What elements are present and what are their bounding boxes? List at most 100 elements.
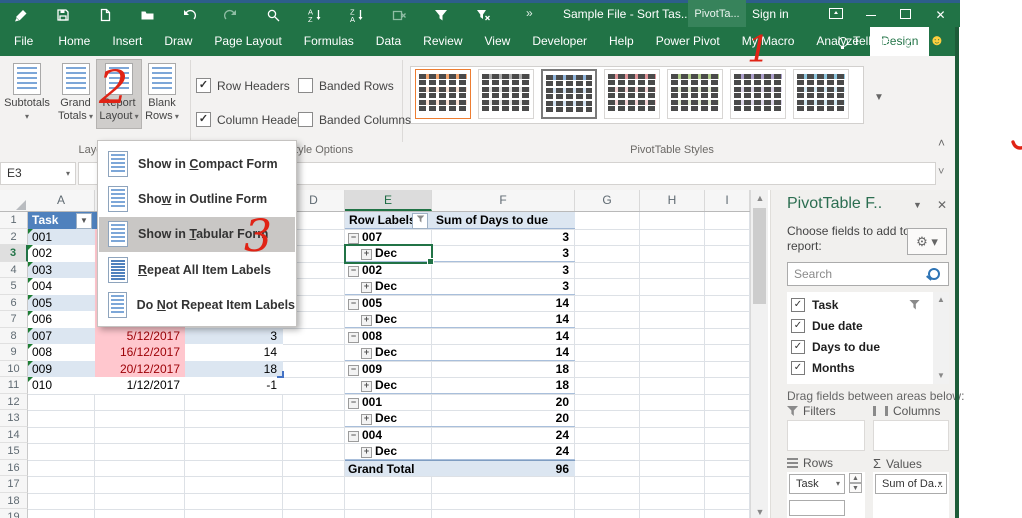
field-checkbox-icon[interactable]: ✓ xyxy=(791,361,805,375)
print-preview-icon[interactable] xyxy=(252,8,294,23)
row-header-11[interactable]: 11 xyxy=(0,377,28,394)
menu-item-show-in-outline-form[interactable]: Show in Outline Form xyxy=(99,181,295,216)
pivot-row-label[interactable]: −001 xyxy=(345,394,432,411)
undo-icon[interactable] xyxy=(168,8,210,23)
tab-insert[interactable]: Insert xyxy=(101,27,153,56)
task-cell-001[interactable]: 001 xyxy=(28,229,95,246)
tell-me-box[interactable]: Tell me xyxy=(838,27,891,56)
due-date-cell[interactable]: 5/12/2017 xyxy=(95,328,185,345)
tab-power-pivot[interactable]: Power Pivot xyxy=(645,27,731,56)
days-to-due-cell[interactable]: 18 xyxy=(185,361,283,378)
pivot-style-swatch-6[interactable] xyxy=(730,69,786,119)
checkbox-icon[interactable] xyxy=(298,78,313,93)
chip-dropdown-icon[interactable]: ▾ xyxy=(938,475,942,493)
pivot-row-label[interactable]: −005 xyxy=(345,295,432,312)
column-header-e[interactable]: E xyxy=(345,190,432,211)
field-checkbox-icon[interactable]: ✓ xyxy=(791,319,805,333)
tab-formulas[interactable]: Formulas xyxy=(293,27,365,56)
row-header-4[interactable]: 4 xyxy=(0,262,28,279)
pivot-row-label[interactable]: +Dec xyxy=(345,344,432,361)
qat-overflow-chevron[interactable]: » xyxy=(526,6,533,20)
ribbon-display-options-button[interactable] xyxy=(818,8,853,22)
row-header-12[interactable]: 12 xyxy=(0,394,28,411)
pivot-value-cell[interactable]: 24 xyxy=(432,427,575,444)
formula-bar-expand-chevron[interactable]: ˅ xyxy=(938,166,944,178)
clear-filter-icon[interactable] xyxy=(462,8,504,23)
rows-field-chip-partial[interactable] xyxy=(789,500,845,516)
row-header-2[interactable]: 2 xyxy=(0,229,28,246)
task-cell-006[interactable]: 006 xyxy=(28,311,95,328)
sign-in-button[interactable]: Sign in xyxy=(752,7,789,21)
pivot-row-label[interactable]: +Dec xyxy=(345,278,432,295)
close-button[interactable]: ✕ xyxy=(923,8,958,22)
pivot-row-label[interactable]: −004 xyxy=(345,427,432,444)
field-checkbox-icon[interactable]: ✓ xyxy=(791,340,805,354)
tab-view[interactable]: View xyxy=(474,27,522,56)
pivot-style-swatch-7[interactable] xyxy=(793,69,849,119)
select-all-corner[interactable] xyxy=(16,200,26,210)
task-cell-002[interactable]: 002 xyxy=(28,245,95,262)
row-header-15[interactable]: 15 xyxy=(0,443,28,460)
pivot-value-cell[interactable]: 3 xyxy=(432,278,575,295)
field-item-task[interactable]: ✓Task xyxy=(791,294,838,315)
pivot-row-label[interactable]: +Dec xyxy=(345,377,432,394)
pivot-row-label[interactable]: −009 xyxy=(345,361,432,378)
menu-item-do-not-repeat-item-labels[interactable]: Do Not Repeat Item Labels xyxy=(99,288,295,323)
pivot-value-cell[interactable]: 24 xyxy=(432,443,575,460)
tab-developer[interactable]: Developer xyxy=(521,27,598,56)
spin-down-icon[interactable]: ▼ xyxy=(849,483,862,493)
pivot-value-cell[interactable]: 3 xyxy=(432,245,575,262)
row-header-19[interactable]: 19 xyxy=(0,509,28,518)
minimize-button[interactable] xyxy=(853,8,888,22)
expand-box-icon[interactable]: + xyxy=(361,414,372,425)
chip-dropdown-icon[interactable]: ▾ xyxy=(836,475,840,493)
search-input[interactable]: Search xyxy=(787,262,949,286)
row-header-1[interactable]: 1 xyxy=(0,212,28,229)
menu-item-show-in-tabular-form[interactable]: Show in Tabular Form xyxy=(99,217,295,252)
scroll-down-arrow[interactable]: ▼ xyxy=(752,504,768,518)
name-box-dropdown-icon[interactable]: ▾ xyxy=(66,163,70,184)
row-header-10[interactable]: 10 xyxy=(0,361,28,378)
scroll-up-arrow[interactable]: ▲ xyxy=(933,292,949,308)
tab-data[interactable]: Data xyxy=(365,27,412,56)
pivot-style-swatch-4[interactable] xyxy=(604,69,660,119)
due-date-cell[interactable]: 16/12/2017 xyxy=(95,344,185,361)
tab-review[interactable]: Review xyxy=(412,27,473,56)
task-cell-003[interactable]: 003 xyxy=(28,262,95,279)
grand-totals-button[interactable]: GrandTotals ▾ xyxy=(54,60,97,128)
pivot-style-swatch-5[interactable] xyxy=(667,69,723,119)
scroll-down-arrow[interactable]: ▼ xyxy=(933,368,949,384)
collapse-box-icon[interactable]: − xyxy=(348,398,359,409)
collapse-box-icon[interactable]: − xyxy=(348,299,359,310)
checkbox-column-headers[interactable]: ✓Column Headers xyxy=(196,112,307,127)
pivot-value-cell[interactable]: 14 xyxy=(432,295,575,312)
field-item-due-date[interactable]: ✓Due date xyxy=(791,315,863,336)
tab-my-macro[interactable]: My Macro xyxy=(731,27,806,56)
pivot-value-cell[interactable]: 18 xyxy=(432,361,575,378)
collapse-box-icon[interactable]: − xyxy=(348,233,359,244)
row-header-7[interactable]: 7 xyxy=(0,311,28,328)
pivot-value-cell[interactable]: 20 xyxy=(432,410,575,427)
column-header-g[interactable]: G xyxy=(575,190,640,211)
row-labels-sort-filter-button[interactable] xyxy=(412,213,428,229)
fill-handle[interactable] xyxy=(427,258,434,265)
tab-draw[interactable]: Draw xyxy=(153,27,203,56)
save-icon[interactable] xyxy=(42,8,84,23)
pivot-row-label[interactable]: +Dec xyxy=(345,410,432,427)
row-header-13[interactable]: 13 xyxy=(0,410,28,427)
pivot-row-label[interactable]: +Dec xyxy=(345,443,432,460)
menu-item-repeat-all-item-labels[interactable]: Repeat All Item Labels xyxy=(99,252,295,287)
checkbox-banded-rows[interactable]: Banded Rows xyxy=(298,78,394,93)
pivot-value-cell[interactable]: 3 xyxy=(432,229,575,246)
vertical-scrollbar[interactable]: ▲▼ xyxy=(750,190,768,518)
row-header-18[interactable]: 18 xyxy=(0,493,28,510)
field-item-days-to-due[interactable]: ✓Days to due xyxy=(791,336,880,357)
column-header-h[interactable]: H xyxy=(640,190,705,211)
pane-close-icon[interactable]: ✕ xyxy=(937,198,947,212)
pen-icon[interactable] xyxy=(0,8,42,23)
pivot-row-label[interactable]: −008 xyxy=(345,328,432,345)
due-date-cell[interactable]: 1/12/2017 xyxy=(95,377,185,394)
pivot-row-label[interactable]: +Dec xyxy=(345,311,432,328)
row-header-16[interactable]: 16 xyxy=(0,460,28,477)
share-icon[interactable] xyxy=(903,33,919,52)
